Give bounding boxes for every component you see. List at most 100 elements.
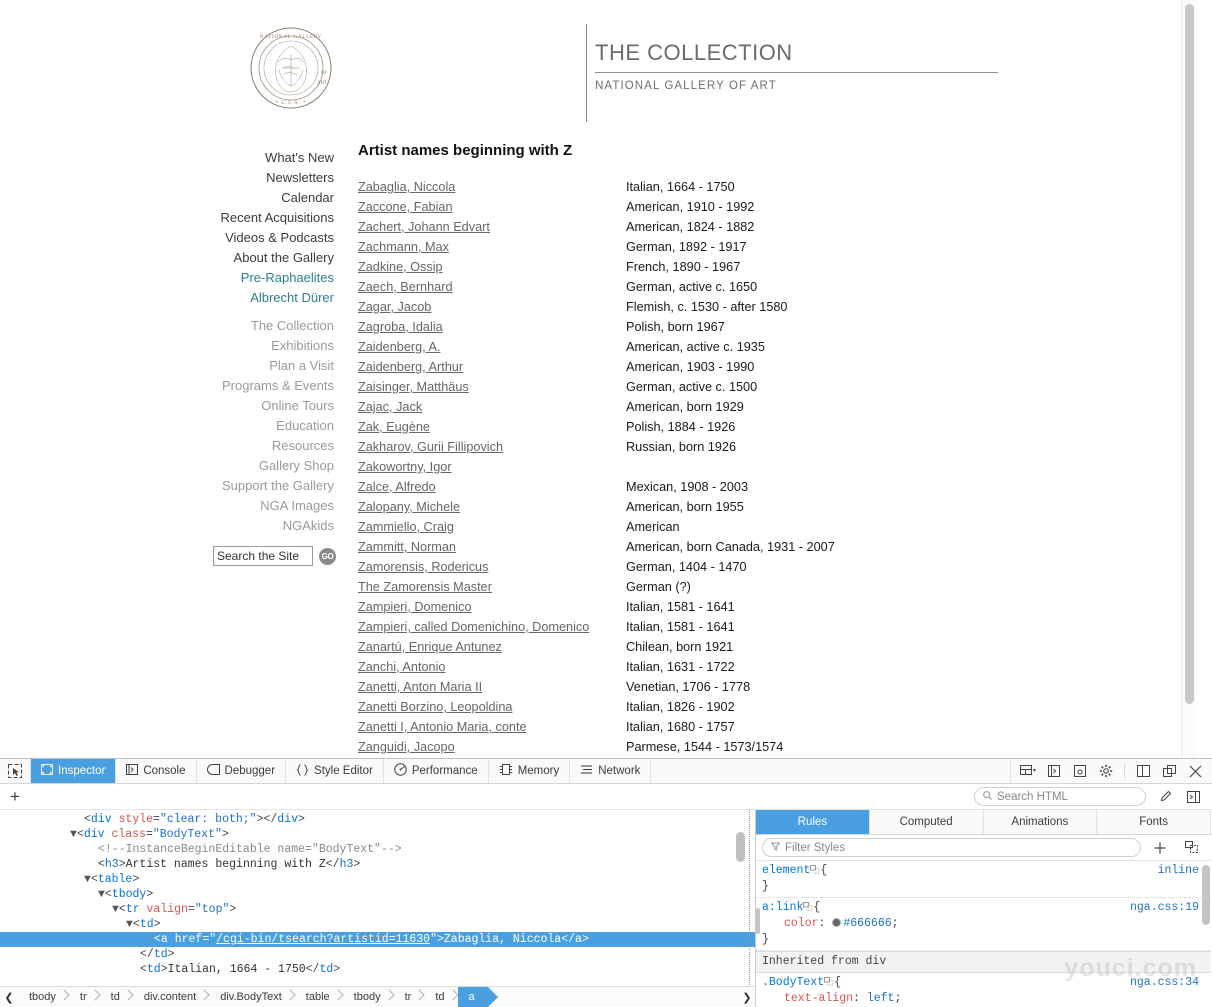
artist-link[interactable]: Zak, Eugène xyxy=(358,420,430,434)
page-scrollbar[interactable] xyxy=(1181,0,1196,758)
css-property[interactable]: text-align xyxy=(762,992,853,1005)
artist-link[interactable]: Zakowortny, Igor xyxy=(358,460,452,474)
tab-inspector[interactable]: Inspector xyxy=(31,759,117,783)
breadcrumb-item[interactable]: div.content xyxy=(133,987,209,1007)
split-console-icon[interactable] xyxy=(1041,759,1067,783)
breadcrumb-scroll-left[interactable]: ❮ xyxy=(0,991,18,1004)
css-rule-block[interactable]: .BodyText {nga.css:34text-align: left;} xyxy=(756,973,1211,1007)
css-selector[interactable]: .BodyText xyxy=(762,975,824,991)
tab-console[interactable]: Console xyxy=(116,759,197,783)
filter-styles-input[interactable]: Filter Styles xyxy=(762,838,1141,857)
dom-node[interactable]: ▼<table> xyxy=(0,872,755,887)
artist-link[interactable]: Zachert, Johann Edvart xyxy=(358,220,490,234)
sidebar-item-resources[interactable]: Resources xyxy=(140,436,338,456)
sidebar-item-gallery-shop[interactable]: Gallery Shop xyxy=(140,456,338,476)
breadcrumb-item[interactable]: td xyxy=(424,987,457,1007)
css-source-link[interactable]: nga.css:34 xyxy=(1130,975,1211,991)
element-picker-icon[interactable] xyxy=(0,759,31,783)
tab-network[interactable]: Network xyxy=(570,759,652,783)
sidebar-item-exhibitions[interactable]: Exhibitions xyxy=(140,336,338,356)
rules-tab-computed[interactable]: Computed xyxy=(870,810,984,834)
rules-tab-animations[interactable]: Animations xyxy=(984,810,1098,834)
twisty-icon[interactable]: ▼ xyxy=(98,888,105,901)
color-swatch-icon[interactable] xyxy=(832,918,842,927)
artist-link[interactable]: Zampieri, Domenico xyxy=(358,600,472,614)
dom-node[interactable]: ▼<tbody> xyxy=(0,887,755,902)
breadcrumb-item[interactable]: tr xyxy=(69,987,100,1007)
artist-link[interactable]: Zachmann, Max xyxy=(358,240,449,254)
css-source-link[interactable]: nga.css:19 xyxy=(1130,900,1211,916)
breadcrumb-scroll-right[interactable]: ❯ xyxy=(738,991,755,1004)
toggle-pseudo-class-icon[interactable] xyxy=(1179,836,1205,860)
artist-link[interactable]: The Zamorensis Master xyxy=(358,580,492,594)
css-property[interactable]: color xyxy=(762,917,819,930)
artist-link[interactable]: Zanetti, Anton Maria II xyxy=(358,680,482,694)
artist-link[interactable]: Zaech, Bernhard xyxy=(358,280,453,294)
screenshot-icon[interactable] xyxy=(1067,759,1093,783)
breadcrumb-item[interactable]: div.BodyText xyxy=(209,987,295,1007)
twisty-icon[interactable]: ▼ xyxy=(84,873,91,886)
tab-performance[interactable]: Performance xyxy=(384,759,489,783)
pseudo-class-toggle-icon[interactable] xyxy=(810,863,820,879)
artist-link[interactable]: Zaidenberg, A. xyxy=(358,340,441,354)
dom-scrollbar-thumb[interactable] xyxy=(736,832,745,862)
sidebar-item-what-s-new[interactable]: What's New xyxy=(140,148,338,168)
artist-link[interactable]: Zampieri, called Domenichino, Domenico xyxy=(358,620,589,634)
dom-node[interactable]: ▼<td> xyxy=(0,917,755,932)
dom-node[interactable]: <h3>Artist names beginning with Z</h3> xyxy=(0,857,755,872)
css-rule-block[interactable]: a:link {nga.css:19 color: #666666;} xyxy=(756,898,1211,951)
sidebar-item-education[interactable]: Education xyxy=(140,416,338,436)
separate-window-icon[interactable] xyxy=(1156,759,1182,783)
css-selector[interactable]: element xyxy=(762,863,810,879)
twisty-icon[interactable]: ▼ xyxy=(70,828,77,841)
dom-node[interactable]: <div style="clear: both;"></div> xyxy=(0,812,755,827)
responsive-layout-icon[interactable] xyxy=(1015,759,1041,783)
rules-pane-grip[interactable] xyxy=(756,908,760,934)
breadcrumb-item[interactable]: tbody xyxy=(343,987,394,1007)
breadcrumb-item[interactable]: a xyxy=(457,987,498,1007)
sidebar-item-albrecht-d-rer[interactable]: Albrecht Dürer xyxy=(140,288,338,308)
sidebar-item-recent-acquisitions[interactable]: Recent Acquisitions xyxy=(140,208,338,228)
rules-list[interactable]: element {inline} a:link {nga.css:19 color:… xyxy=(756,861,1211,1007)
sidebar-item-plan-a-visit[interactable]: Plan a Visit xyxy=(140,356,338,376)
artist-link[interactable]: Zammiello, Craig xyxy=(358,520,454,534)
sidebar-item-calendar[interactable]: Calendar xyxy=(140,188,338,208)
search-go-button[interactable]: GO xyxy=(319,547,336,565)
artist-link[interactable]: Zagroba, Idalia xyxy=(358,320,443,334)
artist-link[interactable]: Zaisinger, Matthäus xyxy=(358,380,469,394)
add-node-button[interactable]: + xyxy=(0,784,30,810)
expand-pane-icon[interactable] xyxy=(1180,785,1206,809)
css-declaration[interactable]: color: #666666; xyxy=(762,916,1211,932)
sidebar-item-nga-images[interactable]: NGA Images xyxy=(140,496,338,516)
artist-link[interactable]: Zaidenberg, Arthur xyxy=(358,360,463,374)
pseudo-class-toggle-icon[interactable] xyxy=(803,900,813,916)
artist-link[interactable]: Zajac, Jack xyxy=(358,400,422,414)
dom-tree[interactable]: <div style="clear: both;"></div> ▼<div cl… xyxy=(0,810,755,977)
artist-link[interactable]: Zanchi, Antonio xyxy=(358,660,445,674)
artist-link[interactable]: Zadkine, Ossip xyxy=(358,260,443,274)
artist-link[interactable]: Zaccone, Fabian xyxy=(358,200,453,214)
dom-node[interactable]: </td> xyxy=(0,947,755,962)
dock-side-icon[interactable] xyxy=(1130,759,1156,783)
twisty-icon[interactable]: ▼ xyxy=(112,903,119,916)
artist-link[interactable]: Zanguidi, Jacopo xyxy=(358,740,455,754)
breadcrumb-item[interactable]: td xyxy=(100,987,133,1007)
artist-link[interactable]: Zammitt, Norman xyxy=(358,540,456,554)
tab-debugger[interactable]: Debugger xyxy=(197,759,287,783)
breadcrumb-item[interactable]: tr xyxy=(394,987,425,1007)
search-html-input[interactable]: Search HTML xyxy=(974,787,1146,806)
artist-link[interactable]: Zanartú, Enrique Antunez xyxy=(358,640,502,654)
artist-link[interactable]: Zalce, Alfredo xyxy=(358,480,436,494)
artist-link[interactable]: Zanetti I, Antonio Maria, conte xyxy=(358,720,527,734)
css-declaration[interactable]: text-align: left; xyxy=(762,991,1211,1007)
artist-link[interactable]: Zanetti Borzino, Leopoldina xyxy=(358,700,512,714)
rules-scrollbar-thumb[interactable] xyxy=(1202,865,1210,925)
artist-link[interactable]: Zagar, Jacob xyxy=(358,300,431,314)
sidebar-item-newsletters[interactable]: Newsletters xyxy=(140,168,338,188)
dom-node[interactable]: ▼<div class="BodyText"> xyxy=(0,827,755,842)
artist-link[interactable]: Zalopany, Michele xyxy=(358,500,460,514)
dom-node-selected[interactable]: <a href="/cgi-bin/tsearch?artistid=11630… xyxy=(0,932,755,947)
tab-memory[interactable]: Memory xyxy=(489,759,571,783)
pseudo-class-toggle-icon[interactable] xyxy=(824,975,834,991)
sidebar-item-online-tours[interactable]: Online Tours xyxy=(140,396,338,416)
